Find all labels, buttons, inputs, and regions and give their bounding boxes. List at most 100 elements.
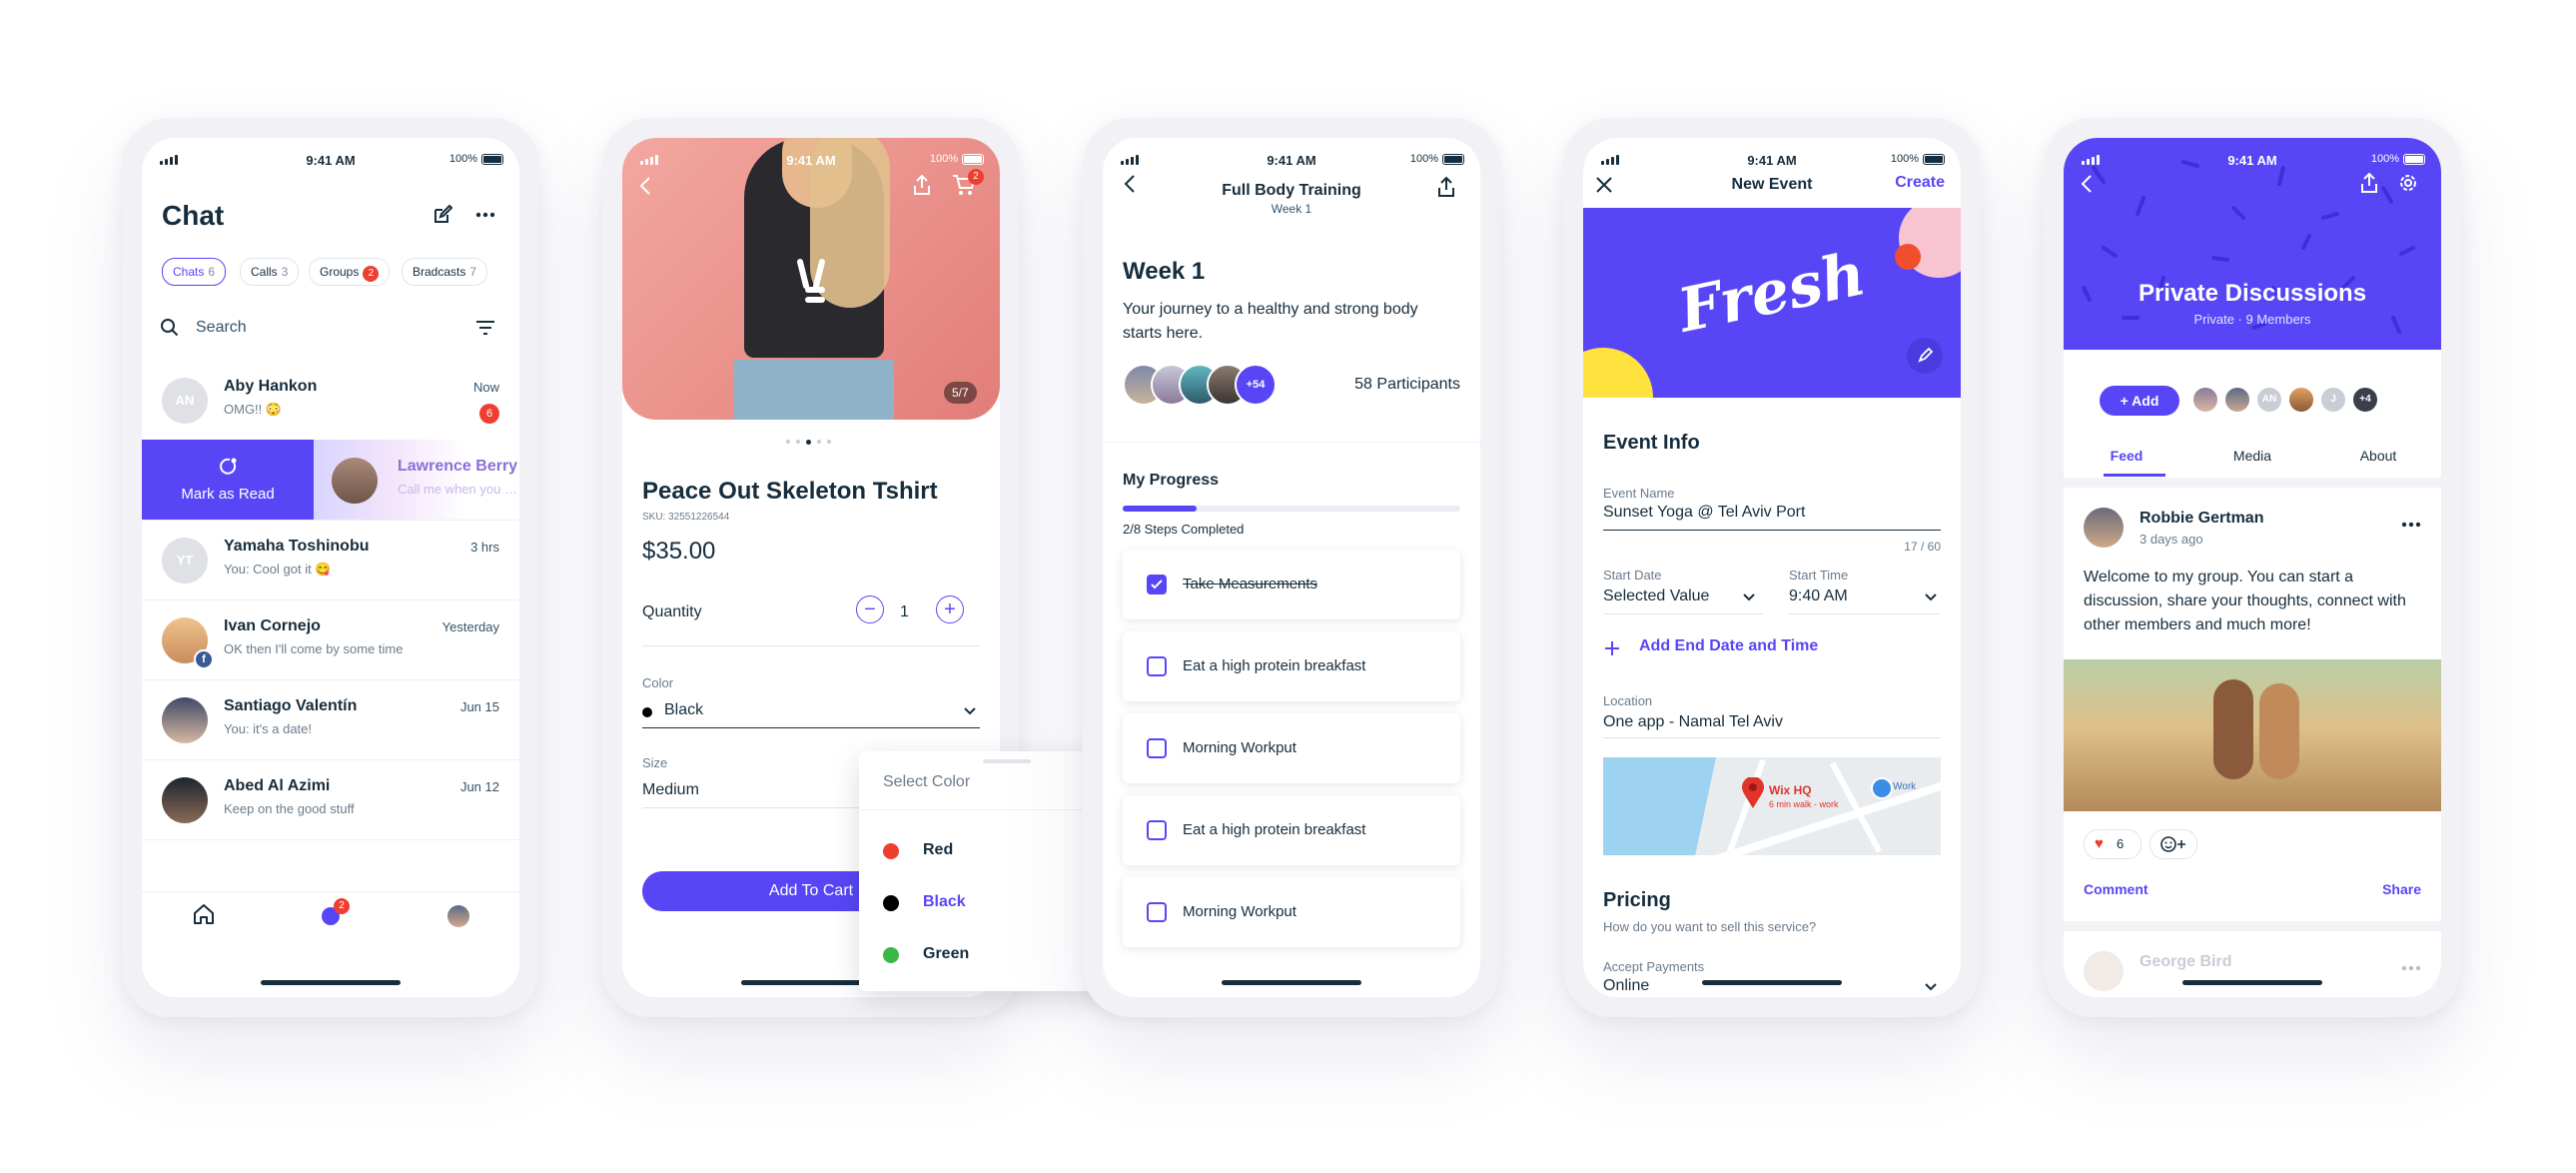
back-icon[interactable] [638, 176, 652, 196]
battery-icon [1923, 153, 1945, 165]
group-cover: 9:41 AM 100% Private Discussions Private… [2064, 138, 2441, 350]
create-button[interactable]: Create [1895, 174, 1945, 192]
avatar[interactable] [2191, 386, 2219, 414]
avatar[interactable] [2287, 386, 2315, 414]
more-icon[interactable] [475, 212, 495, 218]
tab-chats[interactable]: Chats 6 [162, 258, 227, 286]
week-heading: Week 1 [1123, 258, 1206, 285]
tab-feed[interactable]: Feed [2064, 448, 2189, 464]
battery-indicator: 100% [930, 153, 984, 165]
work-pin-icon [1871, 777, 1893, 799]
avatar[interactable]: J [2319, 386, 2347, 414]
name-input[interactable]: Sunset Yoga @ Tel Aviv Port [1603, 504, 1805, 522]
color-label: Color [642, 675, 674, 690]
sheet-title: Select Color [883, 773, 971, 790]
task-item[interactable]: Take Measurements [1123, 550, 1460, 619]
message-preview: OK then I'll come by some time [224, 641, 404, 656]
search-input[interactable]: Search [196, 319, 247, 337]
training-screen: 9:41 AM 100% Full Body Training Week 1 W… [1103, 138, 1480, 997]
size-select[interactable]: Medium [642, 781, 699, 799]
tab-media[interactable]: Media [2189, 448, 2315, 464]
comment-button[interactable]: Comment [2084, 881, 2148, 897]
checkbox[interactable] [1147, 575, 1167, 594]
event-banner: Fresh [1583, 208, 1961, 398]
mark-as-read-button[interactable]: Mark as Read [142, 440, 314, 520]
skeleton-print [786, 256, 840, 320]
more-icon[interactable] [2401, 965, 2421, 971]
chat-item[interactable]: Abed Al Azimi Keep on the good stuff Jun… [142, 759, 519, 840]
start-date-select[interactable]: Selected Value [1603, 587, 1763, 605]
pagination-dots[interactable] [786, 440, 831, 445]
map-pin-title: Wix HQ [1769, 783, 1812, 797]
home-indicator [261, 980, 401, 985]
battery-indicator: 100% [449, 153, 503, 165]
share-button[interactable]: Share [2382, 881, 2421, 897]
chat-item-swiped[interactable]: Mark as Read Lawrence Berry Call me when… [142, 440, 519, 521]
decrease-button[interactable]: − [856, 595, 884, 623]
location-label: Location [1603, 693, 1653, 708]
group-screen: 9:41 AM 100% Private Discussions Private… [2064, 138, 2441, 997]
more-members[interactable]: +4 [2351, 386, 2379, 414]
chat-item[interactable]: Santiago Valentín You: it's a date! Jun … [142, 679, 519, 760]
task-item[interactable]: Morning Workput [1123, 713, 1460, 783]
post-image[interactable] [2064, 659, 2441, 811]
share-icon[interactable] [1436, 176, 1456, 198]
add-member-button[interactable]: + Add [2100, 386, 2179, 416]
avatar [162, 697, 208, 743]
checkbox[interactable] [1147, 820, 1167, 840]
filter-icon[interactable] [475, 320, 495, 336]
location-map[interactable]: Wix HQ 6 min walk - work Work [1603, 757, 1941, 855]
like-button[interactable]: ♥ 6 [2084, 829, 2142, 859]
battery-icon [1442, 153, 1464, 165]
facebook-icon: f [194, 649, 214, 669]
avatar: YT [162, 538, 208, 584]
message-preview: Keep on the good stuff [224, 801, 355, 816]
task-item[interactable]: Morning Workput [1123, 877, 1460, 947]
checkbox[interactable] [1147, 902, 1167, 922]
heart-icon: ♥ [2095, 835, 2104, 852]
nav-badge: 2 [334, 898, 350, 914]
sheet-handle[interactable] [983, 759, 1031, 763]
tab-broadcasts[interactable]: Bradcasts 7 [402, 258, 488, 286]
compose-icon[interactable] [431, 204, 453, 226]
chat-item[interactable]: YT Yamaha Toshinobu You: Cool got it 😋 3… [142, 520, 519, 600]
avatar[interactable] [2223, 386, 2251, 414]
location-input[interactable]: One app - Namal Tel Aviv [1603, 713, 1783, 731]
color-select[interactable]: Black [642, 701, 980, 723]
participant-avatars[interactable]: +54 [1123, 364, 1302, 406]
gear-icon[interactable] [2397, 172, 2419, 194]
task-item[interactable]: Eat a high protein breakfast [1123, 795, 1460, 865]
chat-item[interactable]: f Ivan Cornejo OK then I'll come by some… [142, 599, 519, 680]
task-label: Morning Workput [1183, 903, 1296, 920]
tab-about[interactable]: About [2315, 448, 2441, 464]
home-icon[interactable] [192, 903, 216, 925]
image-counter: 5/7 [944, 382, 977, 404]
event-screen: 9:41 AM 100% New Event Create Fresh Even… [1583, 138, 1961, 997]
share-icon[interactable] [2359, 172, 2379, 194]
avatar[interactable]: AN [2255, 386, 2283, 414]
profile-avatar[interactable] [447, 905, 469, 927]
contact-name: Abed Al Azimi [224, 777, 331, 794]
edit-banner-button[interactable] [1907, 338, 1943, 374]
task-item[interactable]: Eat a high protein breakfast [1123, 631, 1460, 701]
tab-groups[interactable]: Groups 2 [309, 258, 391, 286]
page-title: Full Body Training [1222, 182, 1361, 199]
checkbox[interactable] [1147, 738, 1167, 758]
chat-item[interactable]: AN Aby Hankon OMG!! 😳 Now 6 [142, 360, 519, 441]
more-icon[interactable] [2401, 522, 2421, 528]
tab-calls[interactable]: Calls 3 [240, 258, 300, 286]
avatar [332, 458, 378, 504]
back-icon[interactable] [2080, 174, 2094, 194]
checkbox[interactable] [1147, 656, 1167, 676]
author-avatar[interactable] [2084, 951, 2124, 991]
task-label: Eat a high protein breakfast [1183, 821, 1366, 838]
contact-name: Ivan Cornejo [224, 617, 321, 634]
start-time-select[interactable]: 9:40 AM [1789, 587, 1941, 605]
increase-button[interactable]: + [936, 595, 964, 623]
product-image: 9:41 AM 100% 2 5/7 [622, 138, 1000, 420]
task-label: Eat a high protein breakfast [1183, 657, 1366, 674]
add-reaction-button[interactable] [2149, 829, 2197, 859]
share-icon[interactable] [912, 174, 932, 196]
author-avatar[interactable] [2084, 508, 2124, 548]
home-indicator [1702, 980, 1842, 985]
